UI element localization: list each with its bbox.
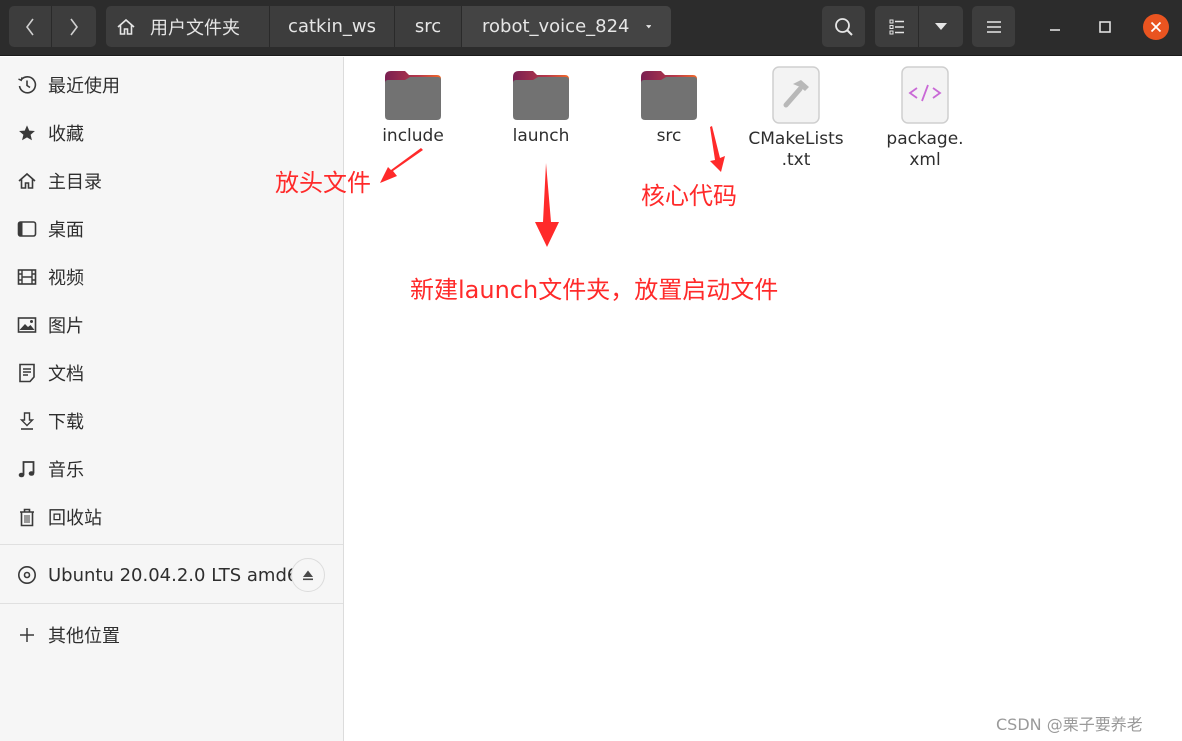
sidebar-item-recent[interactable]: 最近使用: [0, 62, 343, 108]
file-name-line1: package.: [886, 129, 964, 149]
sidebar-item-music[interactable]: 音乐: [0, 446, 343, 492]
sidebar-item-label: 文档: [48, 364, 84, 385]
xml-file-icon: [901, 66, 949, 124]
annotation-include: 放头文件: [275, 169, 371, 197]
navigation-buttons: [9, 6, 96, 47]
view-dropdown-button[interactable]: [919, 6, 963, 47]
minimize-icon: [1050, 29, 1060, 31]
home-icon: [17, 171, 37, 191]
breadcrumb-home[interactable]: 用户文件夹: [106, 6, 270, 47]
header-bar: 用户文件夹 catkin_ws src robot_voice_824: [0, 0, 1182, 56]
folder-icon: [513, 71, 569, 120]
sidebar-item-label: 桌面: [48, 220, 84, 241]
sidebar-item-videos[interactable]: 视频: [0, 254, 343, 300]
sidebar-item-label: 其他位置: [48, 626, 120, 647]
chevron-right-icon: [69, 18, 78, 35]
file-name: CMakeLists .txt: [748, 129, 843, 171]
clock-icon: [17, 75, 37, 95]
document-icon: [17, 363, 37, 383]
download-icon: [17, 411, 37, 431]
sidebar-item-label: 音乐: [48, 460, 84, 481]
main-menu-button[interactable]: [972, 6, 1015, 47]
chevron-down-icon: [935, 22, 947, 30]
breadcrumb-label: robot_voice_824: [482, 16, 630, 37]
sidebar-item-trash[interactable]: 回收站: [0, 494, 343, 540]
view-toggle-button[interactable]: [875, 6, 919, 47]
cmake-file-icon: [772, 66, 820, 124]
sidebar-item-desktop[interactable]: 桌面: [0, 206, 343, 252]
disc-icon: [17, 565, 37, 585]
breadcrumb: 用户文件夹 catkin_ws src robot_voice_824: [106, 6, 671, 47]
star-icon: [17, 123, 37, 143]
file-name-line2: .txt: [781, 150, 811, 170]
chevron-down-icon: [645, 24, 651, 28]
sidebar-item-label: 视频: [48, 268, 84, 289]
forward-button[interactable]: [52, 6, 95, 47]
breadcrumb-src[interactable]: src: [395, 6, 462, 47]
watermark: CSDN @栗子要养老: [996, 715, 1143, 734]
file-item-package-xml[interactable]: package. xml: [870, 65, 980, 171]
trash-icon: [17, 507, 37, 527]
film-icon: [17, 267, 37, 287]
file-name: src: [656, 126, 682, 146]
file-name: launch: [512, 126, 570, 146]
file-view: include launch src CMakeLists .txt packa…: [345, 57, 1182, 741]
music-icon: [17, 459, 37, 479]
file-name-line1: CMakeLists: [748, 129, 844, 149]
view-options: [875, 6, 963, 47]
breadcrumb-label: catkin_ws: [288, 16, 376, 37]
file-item-launch[interactable]: launch: [486, 67, 596, 147]
breadcrumb-label: 用户文件夹: [150, 17, 240, 39]
breadcrumb-catkin-ws[interactable]: catkin_ws: [270, 6, 395, 47]
sidebar-item-label: Ubuntu 20.04.2.0 LTS amd64: [48, 564, 310, 586]
close-button-circle: [1143, 14, 1169, 40]
minimize-button[interactable]: [1040, 12, 1070, 42]
sidebar-item-starred[interactable]: 收藏: [0, 110, 343, 156]
picture-icon: [17, 315, 37, 335]
sidebar-item-device[interactable]: Ubuntu 20.04.2.0 LTS amd64: [0, 552, 343, 598]
chevron-left-icon: [26, 18, 34, 35]
list-view-icon: [889, 19, 904, 34]
file-item-cmakelists[interactable]: CMakeLists .txt: [741, 65, 851, 171]
sidebar-item-documents[interactable]: 文档: [0, 350, 343, 396]
sidebar-item-label: 下载: [48, 412, 84, 433]
file-name-line2: xml: [909, 150, 941, 170]
sidebar-item-downloads[interactable]: 下载: [0, 398, 343, 444]
maximize-button[interactable]: [1090, 12, 1120, 42]
sidebar: 最近使用 收藏 主目录 桌面 视频 图片 文档 下载 音乐 回收站 Ubuntu…: [0, 57, 344, 741]
eject-icon: [303, 570, 313, 581]
search-icon: [834, 17, 853, 36]
plus-icon: [17, 625, 37, 645]
back-button[interactable]: [9, 6, 52, 47]
maximize-icon: [1099, 21, 1111, 33]
menu-button-group: [972, 6, 1015, 47]
sidebar-separator: [0, 544, 343, 545]
breadcrumb-current[interactable]: robot_voice_824: [462, 6, 671, 47]
file-item-src[interactable]: src: [614, 67, 724, 147]
folder-icon: [641, 71, 697, 120]
close-button[interactable]: [1141, 12, 1171, 42]
close-icon: [1150, 21, 1162, 33]
file-name: package. xml: [886, 129, 963, 171]
hamburger-menu-icon: [986, 20, 1001, 33]
search-button-group: [822, 6, 865, 47]
home-icon: [117, 18, 135, 35]
sidebar-item-label: 图片: [48, 316, 84, 337]
sidebar-item-label: 主目录: [48, 172, 102, 193]
eject-button[interactable]: [291, 558, 325, 592]
breadcrumb-label: src: [414, 16, 442, 37]
folder-icon: [385, 71, 441, 120]
sidebar-separator: [0, 603, 343, 604]
search-button[interactable]: [822, 6, 865, 47]
sidebar-item-pictures[interactable]: 图片: [0, 302, 343, 348]
desktop-icon: [17, 219, 37, 239]
annotation-launch: 新建launch文件夹，放置启动文件: [410, 276, 779, 304]
sidebar-item-other-locations[interactable]: 其他位置: [0, 612, 343, 658]
annotation-src: 核心代码: [641, 182, 737, 210]
file-item-include[interactable]: include: [358, 67, 468, 147]
sidebar-item-label: 最近使用: [48, 76, 120, 97]
sidebar-item-label: 回收站: [48, 508, 102, 529]
sidebar-item-label: 收藏: [48, 124, 84, 145]
file-name: include: [382, 126, 444, 146]
